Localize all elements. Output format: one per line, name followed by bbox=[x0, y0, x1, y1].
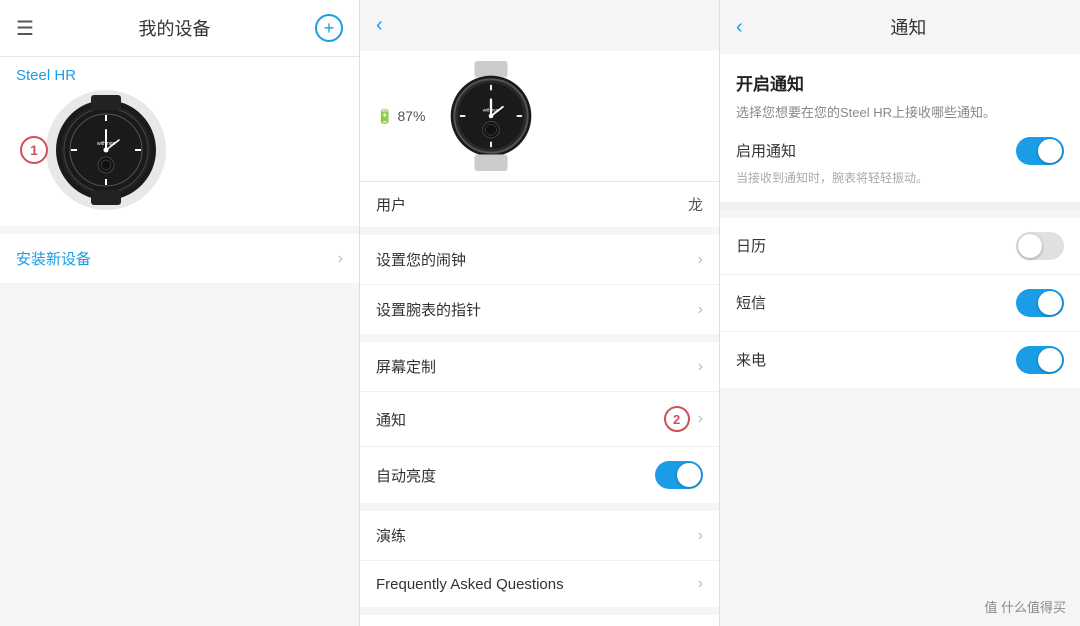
devices-header: ☰ 我的设备 + bbox=[0, 0, 359, 57]
device-name: Steel HR bbox=[16, 67, 343, 84]
notifications-header: ‹ 通知 bbox=[720, 0, 1080, 54]
notifications-item[interactable]: 通知 2 › bbox=[360, 392, 719, 447]
devices-title: 我的设备 bbox=[138, 15, 210, 41]
faq-label: Frequently Asked Questions bbox=[376, 576, 564, 593]
notifications-label: 通知 bbox=[376, 409, 406, 430]
notif-title: 通知 bbox=[753, 14, 1064, 40]
alarm-settings-item[interactable]: 设置您的闹钟 › bbox=[360, 235, 719, 285]
notif-sub-desc: 当接收到通知时，腕表将轻轻振动。 bbox=[736, 169, 1064, 186]
screen-custom-item[interactable]: 屏幕定制 › bbox=[360, 342, 719, 392]
screen-custom-label: 屏幕定制 bbox=[376, 356, 436, 377]
settings-group-3: 演练 › Frequently Asked Questions › bbox=[360, 511, 719, 607]
alarm-label: 设置您的闹钟 bbox=[376, 249, 466, 270]
svg-text:withings: withings bbox=[97, 141, 116, 147]
notif-enable-toggle[interactable] bbox=[1016, 137, 1064, 165]
hands-label: 设置腕表的指针 bbox=[376, 299, 481, 320]
add-device-button[interactable]: + bbox=[315, 14, 343, 42]
hands-chevron-icon: › bbox=[698, 301, 703, 319]
hands-settings-item[interactable]: 设置腕表的指针 › bbox=[360, 285, 719, 334]
notif-sms-toggle[interactable] bbox=[1016, 289, 1064, 317]
user-label: 用户 bbox=[376, 194, 406, 215]
faq-chevron-icon: › bbox=[698, 575, 703, 593]
panel-my-devices: ☰ 我的设备 + Steel HR 1 bbox=[0, 0, 360, 626]
notif-desc: 选择您想要在您的Steel HR上接收哪些通知。 bbox=[736, 103, 1064, 123]
install-new-label: 安装新设备 bbox=[16, 248, 91, 269]
watermark: 值 什么值得买 bbox=[984, 597, 1066, 616]
notif-sms-label: 短信 bbox=[736, 292, 766, 313]
watch-preview-section: 🔋 87% withings bbox=[360, 51, 719, 181]
user-row: 用户 龙 bbox=[360, 181, 719, 227]
notif-calendar-label: 日历 bbox=[736, 235, 766, 256]
user-value: 龙 bbox=[688, 194, 703, 215]
notif-section-divider bbox=[720, 202, 1080, 210]
notif-sms-row: 短信 bbox=[720, 275, 1080, 332]
install-new-chevron-icon: › bbox=[338, 250, 343, 268]
faq-item[interactable]: Frequently Asked Questions › bbox=[360, 561, 719, 607]
notif-enable-row: 启用通知 bbox=[736, 137, 1064, 165]
auto-brightness-label: 自动亮度 bbox=[376, 465, 436, 486]
panel-notifications-wrapper: ‹ 通知 开启通知 选择您想要在您的Steel HR上接收哪些通知。 启用通知 … bbox=[720, 0, 1080, 626]
exercise-chevron-icon: › bbox=[698, 527, 703, 545]
settings-header: ‹ bbox=[360, 0, 719, 51]
settings-back-icon[interactable]: ‹ bbox=[376, 14, 383, 37]
svg-text:withings: withings bbox=[483, 107, 500, 112]
battery-label: 🔋 87% bbox=[376, 108, 425, 125]
notif-call-label: 来电 bbox=[736, 349, 766, 370]
device-section: Steel HR 1 bbox=[0, 57, 359, 226]
notifications-chevron-icon: › bbox=[698, 410, 703, 428]
alarm-chevron-icon: › bbox=[698, 251, 703, 269]
auto-brightness-item[interactable]: 自动亮度 bbox=[360, 447, 719, 503]
install-new-device-row[interactable]: 安装新设备 › bbox=[0, 234, 359, 283]
battery-value: 87% bbox=[397, 108, 425, 124]
notification-badge: 2 bbox=[664, 406, 690, 432]
battery-icon: 🔋 bbox=[376, 108, 393, 125]
notif-back-icon[interactable]: ‹ bbox=[736, 16, 743, 39]
settings-group-2: 屏幕定制 › 通知 2 › 自动亮度 bbox=[360, 342, 719, 503]
notif-call-row: 来电 bbox=[720, 332, 1080, 388]
notif-enable-section: 开启通知 选择您想要在您的Steel HR上接收哪些通知。 启用通知 当接收到通… bbox=[720, 54, 1080, 202]
settings-watch-image: withings bbox=[441, 61, 541, 171]
check-update-item[interactable]: 检查更新 › bbox=[360, 615, 719, 626]
notif-calendar-toggle[interactable] bbox=[1016, 232, 1064, 260]
notif-calendar-row: 日历 bbox=[720, 218, 1080, 275]
menu-icon[interactable]: ☰ bbox=[16, 16, 34, 41]
battery-row: 🔋 87% bbox=[376, 108, 425, 125]
screen-custom-chevron-icon: › bbox=[698, 358, 703, 376]
notif-apps-section: 日历 短信 来电 bbox=[720, 218, 1080, 388]
panel-device-settings: ‹ 🔋 87% withing bbox=[360, 0, 720, 626]
settings-group-4: 检查更新 › 序列号 00:24:e4:99:23:81 bbox=[360, 615, 719, 626]
notif-call-toggle[interactable] bbox=[1016, 346, 1064, 374]
device-image-row: 1 bbox=[16, 90, 343, 210]
device-badge: 1 bbox=[20, 136, 48, 164]
auto-brightness-toggle[interactable] bbox=[655, 461, 703, 489]
notif-section-title: 开启通知 bbox=[736, 70, 1064, 95]
panel-notifications: ‹ 通知 开启通知 选择您想要在您的Steel HR上接收哪些通知。 启用通知 … bbox=[720, 0, 1080, 626]
settings-group-1: 设置您的闹钟 › 设置腕表的指针 › bbox=[360, 235, 719, 334]
device-watch-image: withings bbox=[46, 90, 166, 210]
exercise-item[interactable]: 演练 › bbox=[360, 511, 719, 561]
notif-enable-label: 启用通知 bbox=[736, 140, 796, 161]
exercise-label: 演练 bbox=[376, 525, 406, 546]
